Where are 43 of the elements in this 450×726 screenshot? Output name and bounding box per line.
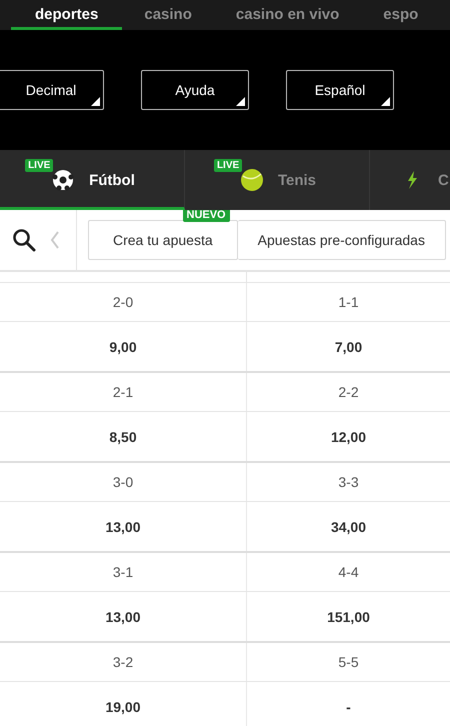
score-label: 3-0 (0, 463, 247, 501)
sport-label: Fútbol (89, 172, 135, 188)
score-label: 5-5 (337, 653, 360, 672)
corner-triangle-icon (236, 97, 245, 106)
odds-button[interactable]: - (247, 682, 450, 726)
dropdown-button[interactable]: Decimal (0, 70, 104, 110)
odds-button[interactable]: 7,00 (247, 322, 450, 371)
nav-tab[interactable]: espo (361, 0, 440, 30)
sport-label: C (438, 172, 449, 188)
nav-tab[interactable]: casino en vivo (214, 0, 362, 30)
sport-tab[interactable]: LIVE Tenis (185, 150, 370, 210)
corner-triangle-icon (381, 97, 390, 106)
odds-button[interactable]: 34,00 (247, 502, 450, 551)
score-label: 3-1 (0, 553, 247, 591)
odds-button[interactable]: 12,00 (247, 412, 450, 461)
odds-button[interactable]: 151,00 (247, 592, 450, 641)
tennis-ball-icon (240, 168, 264, 192)
dropdown-button[interactable]: Ayuda (141, 70, 249, 110)
search-icon[interactable] (12, 228, 36, 252)
market-tab[interactable]: Crea tu apuesta (88, 220, 238, 260)
odds-button[interactable]: 8,50 (0, 412, 247, 461)
score-label: 2-0 (0, 283, 247, 321)
score-label: 4-4 (337, 563, 360, 582)
nav-tab[interactable]: casino (122, 0, 214, 30)
odds-button[interactable]: 19,00 (0, 682, 247, 726)
score-label: 2-1 (0, 373, 247, 411)
odds-button[interactable]: 13,00 (0, 502, 247, 551)
market-tab[interactable]: Apuestas pre-configuradas (238, 220, 446, 260)
score-label: 1-1 (337, 293, 360, 312)
ball-icon (51, 168, 76, 192)
sport-tab[interactable]: LIVE Fútbol (0, 150, 185, 210)
score-label: 2-2 (337, 383, 360, 402)
odds-button[interactable]: 9,00 (0, 322, 247, 371)
live-badge: LIVE (214, 159, 242, 172)
score-label: 3-2 (0, 643, 247, 681)
odds-button[interactable]: 13,00 (0, 592, 247, 641)
dropdown-button[interactable]: Español (286, 70, 394, 110)
sport-tab[interactable]: C (370, 150, 450, 210)
new-badge: NUEVO (182, 210, 230, 222)
corner-triangle-icon (91, 97, 100, 106)
sport-label: Tenis (278, 172, 316, 188)
live-badge: LIVE (25, 159, 54, 172)
score-label: 3-3 (337, 473, 360, 492)
